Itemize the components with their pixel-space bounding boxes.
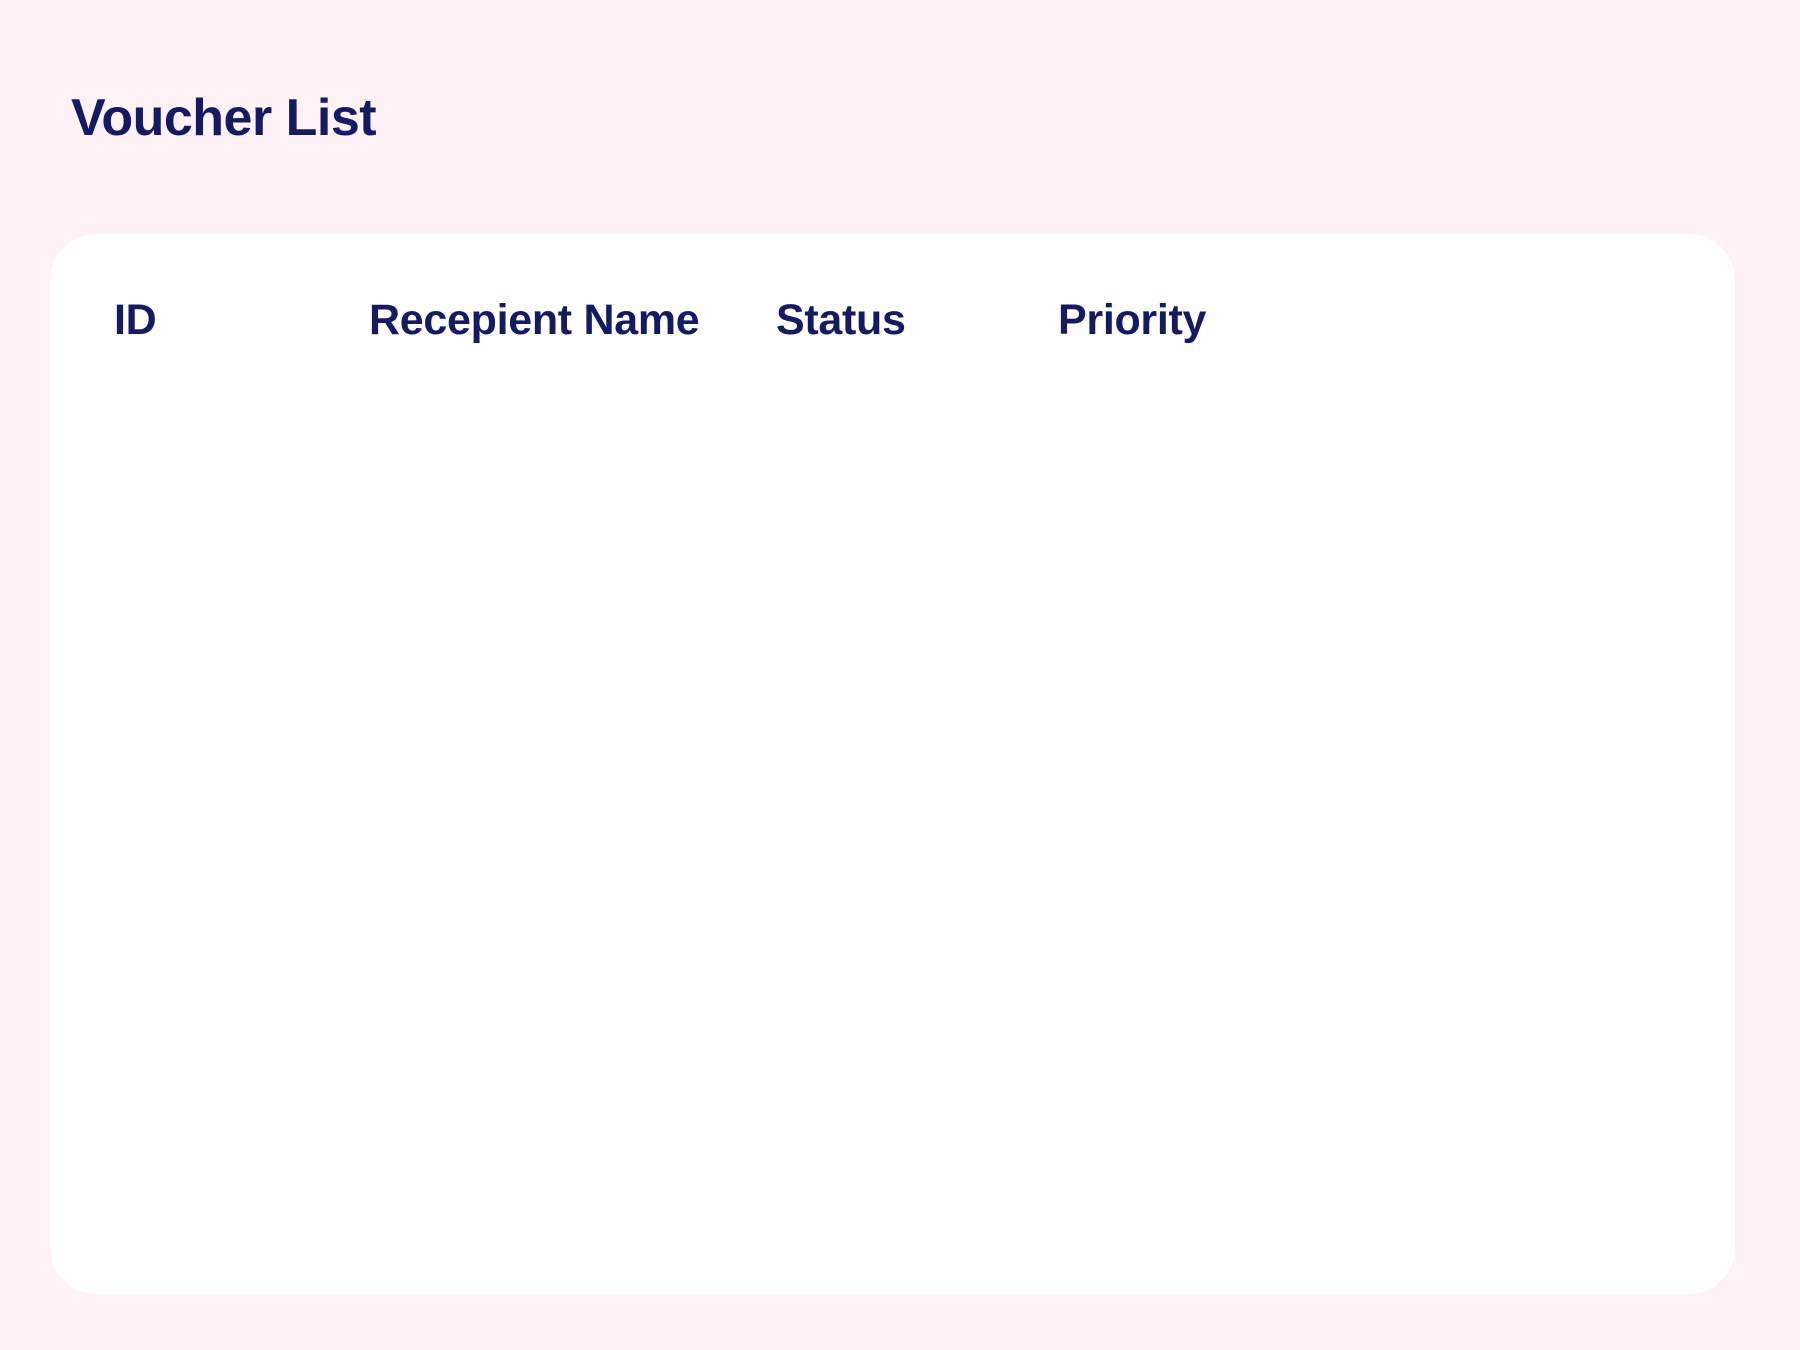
- column-header-priority[interactable]: Priority: [1058, 290, 1206, 350]
- voucher-table-card: ID Recepient Name Status Priority: [50, 234, 1735, 1294]
- page-title: Voucher List: [71, 89, 377, 147]
- column-header-recipient-name[interactable]: Recepient Name: [369, 290, 700, 350]
- table-header: ID Recepient Name Status Priority: [50, 290, 1735, 350]
- column-header-status[interactable]: Status: [776, 290, 906, 350]
- column-header-id[interactable]: ID: [114, 290, 157, 350]
- table-body: [50, 364, 1735, 1244]
